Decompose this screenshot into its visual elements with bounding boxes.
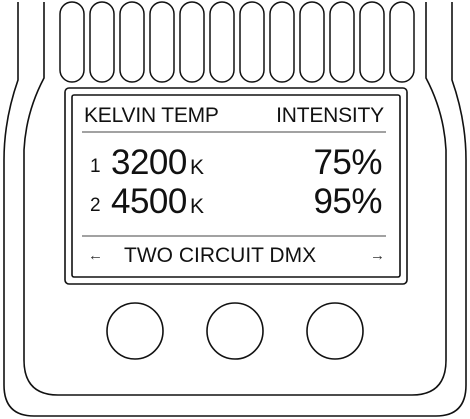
mode-label: TWO CIRCUIT DMX	[124, 244, 317, 267]
circuit-1-kelvin-unit: K	[190, 156, 205, 179]
left-knob[interactable]	[106, 302, 164, 360]
device-body	[3, 2, 467, 417]
circuit-2-intensity: 95%	[313, 182, 382, 221]
circuit-1-intensity: 75%	[313, 143, 382, 182]
header-intensity: INTENSITY	[276, 104, 384, 127]
circuit-2-kelvin-unit: K	[190, 195, 205, 218]
circuit-1-index: 1	[90, 156, 101, 177]
right-knob[interactable]	[306, 302, 364, 360]
center-knob[interactable]	[206, 302, 264, 360]
circuit-2-kelvin: 4500	[111, 182, 187, 221]
circuit-1-kelvin: 3200	[111, 143, 187, 182]
arrow-right-icon[interactable]: →	[370, 248, 385, 263]
header-kelvin-temp: KELVIN TEMP	[84, 104, 219, 127]
device-panel	[3, 1, 467, 417]
button-row	[106, 302, 364, 360]
arrow-left-icon[interactable]: ←	[88, 248, 103, 263]
circuit-2-index: 2	[90, 195, 101, 216]
vent-grille	[59, 1, 415, 83]
